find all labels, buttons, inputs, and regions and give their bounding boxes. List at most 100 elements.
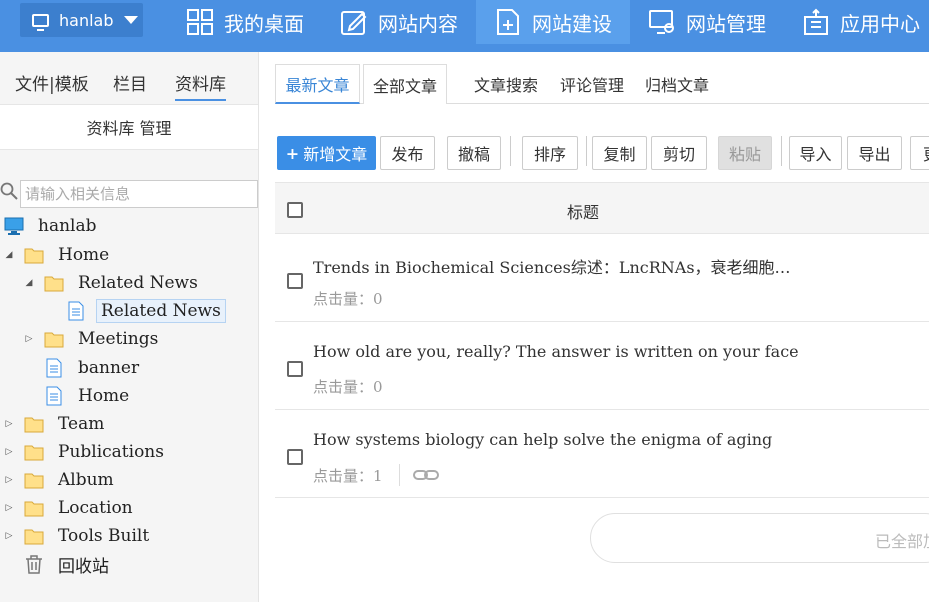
row-checkbox[interactable] xyxy=(287,449,303,465)
article-meta: 点击量：0 xyxy=(313,288,383,309)
tree-node-label: banner xyxy=(78,358,140,378)
tree-node-meetings[interactable]: ▷ Meetings xyxy=(24,326,162,352)
table-row[interactable]: How old are you, really? The answer is w… xyxy=(275,322,929,410)
load-more-text: 已全部加载 xyxy=(875,532,929,551)
paste-button[interactable]: 粘贴 xyxy=(718,136,772,170)
click-count: 点击量：0 xyxy=(313,378,383,396)
nav-label: 我的桌面 xyxy=(224,11,304,36)
tab-latest-articles[interactable]: 最新文章 xyxy=(275,64,360,104)
nav-label: 应用中心 xyxy=(840,11,920,36)
tree-node-home-page[interactable]: Home xyxy=(24,383,133,409)
copy-button[interactable]: 复制 xyxy=(592,136,647,170)
folder-icon xyxy=(24,473,44,489)
article-tabs: 最新文章 全部文章 文章搜索 评论管理 归档文章 xyxy=(275,64,929,104)
tree-node-label: Publications xyxy=(58,442,164,462)
table-row[interactable]: Trends in Biochemical Sciences综述：LncRNAs… xyxy=(275,234,929,322)
cut-button[interactable]: 剪切 xyxy=(651,136,707,170)
document-icon xyxy=(46,358,62,378)
link-icon[interactable] xyxy=(412,467,440,483)
tree-node-album[interactable]: ▷ Album xyxy=(4,467,118,493)
site-switcher[interactable]: hanlab xyxy=(20,3,143,37)
tree-node-label: Related News xyxy=(96,299,226,323)
monitor-settings-icon xyxy=(648,8,676,36)
tree-node-label: Home xyxy=(78,386,130,406)
nav-label: 网站管理 xyxy=(686,11,766,36)
collapsed-arrow-icon[interactable]: ▷ xyxy=(4,419,14,429)
publish-button[interactable]: 发布 xyxy=(380,136,435,170)
table-row[interactable]: How systems biology can help solve the e… xyxy=(275,410,929,498)
article-meta: 点击量：1 xyxy=(313,464,440,486)
select-all-checkbox[interactable] xyxy=(287,202,303,218)
toolbar-divider xyxy=(781,136,782,166)
sidebar: 文件|模板 栏目 资料库 资料库 管理 hanlab ◢ Home ◢ Rela… xyxy=(0,52,259,602)
tree-node-label: Home xyxy=(58,245,110,265)
meta-divider xyxy=(398,464,400,486)
withdraw-button[interactable]: 撤稿 xyxy=(447,136,501,170)
tab-archived-articles[interactable]: 归档文章 xyxy=(641,64,713,104)
collapsed-arrow-icon[interactable]: ▷ xyxy=(4,475,14,485)
search-icon xyxy=(0,182,18,200)
tree-node-publications[interactable]: ▷ Publications xyxy=(4,439,168,465)
build-icon xyxy=(494,8,522,36)
new-article-button[interactable]: + 新增文章 xyxy=(277,136,376,170)
tree-node-tools-built[interactable]: ▷ Tools Built xyxy=(4,523,153,549)
nav-label: 网站内容 xyxy=(378,11,458,36)
collapsed-arrow-icon[interactable]: ▷ xyxy=(4,503,14,513)
row-checkbox[interactable] xyxy=(287,361,303,377)
folder-icon xyxy=(24,501,44,517)
tree-node-banner[interactable]: banner xyxy=(24,355,143,381)
more-button[interactable]: 更 xyxy=(910,136,929,170)
table-header: 标题 xyxy=(275,182,929,234)
toolbar-divider xyxy=(510,136,511,166)
tree-search-input[interactable] xyxy=(20,180,258,208)
tree-node-home[interactable]: ◢ Home xyxy=(4,242,113,268)
dashboard-icon xyxy=(186,8,214,36)
tree-node-team[interactable]: ▷ Team xyxy=(4,411,108,437)
tree-node-location[interactable]: ▷ Location xyxy=(4,495,137,521)
site-switcher-label: hanlab xyxy=(59,10,114,30)
article-title[interactable]: How old are you, really? The answer is w… xyxy=(313,342,799,361)
expanded-arrow-icon[interactable]: ◢ xyxy=(4,250,14,260)
tree-node-label: hanlab xyxy=(38,216,97,236)
nav-site-manage[interactable]: 网站管理 xyxy=(648,0,766,44)
row-checkbox[interactable] xyxy=(287,273,303,289)
export-button[interactable]: 导出 xyxy=(847,136,902,170)
article-title[interactable]: How systems biology can help solve the e… xyxy=(313,430,772,449)
column-header-title: 标题 xyxy=(567,203,600,222)
sort-button[interactable]: 排序 xyxy=(522,136,578,170)
computer-icon xyxy=(4,217,24,235)
folder-icon xyxy=(44,332,64,348)
collapsed-arrow-icon[interactable]: ▷ xyxy=(24,334,34,344)
nav-my-desktop[interactable]: 我的桌面 xyxy=(186,0,304,44)
expanded-arrow-icon[interactable]: ◢ xyxy=(24,278,34,288)
tree-node-related-news-folder[interactable]: ◢ Related News xyxy=(24,270,202,296)
nav-site-content[interactable]: 网站内容 xyxy=(340,0,458,44)
caret-down-icon xyxy=(123,16,138,24)
collapsed-arrow-icon[interactable]: ▷ xyxy=(4,447,14,457)
click-count: 点击量：1 xyxy=(313,466,383,485)
sidebar-tabs: 文件|模板 栏目 资料库 xyxy=(0,52,258,104)
tab-article-search[interactable]: 文章搜索 xyxy=(470,64,542,104)
sidebar-tab-library[interactable]: 资料库 xyxy=(175,70,226,101)
nav-app-center[interactable]: 应用中心 xyxy=(802,0,920,44)
article-title[interactable]: Trends in Biochemical Sciences综述：LncRNAs… xyxy=(313,254,791,278)
plus-icon: + xyxy=(285,143,300,163)
folder-icon xyxy=(24,529,44,545)
tab-comment-manage[interactable]: 评论管理 xyxy=(556,64,628,104)
tree-node-label: Team xyxy=(58,414,105,434)
edit-icon xyxy=(340,8,368,36)
new-article-label: 新增文章 xyxy=(303,145,368,164)
monitor-icon xyxy=(32,13,49,31)
sidebar-tab-files-templates[interactable]: 文件|模板 xyxy=(15,70,89,95)
library-manage-title[interactable]: 资料库 管理 xyxy=(0,104,258,150)
tab-all-articles[interactable]: 全部文章 xyxy=(363,64,447,104)
tree-node-site-root[interactable]: hanlab xyxy=(4,213,101,239)
tree-node-recycle-bin[interactable]: 回收站 xyxy=(4,551,113,577)
collapsed-arrow-icon[interactable]: ▷ xyxy=(4,531,14,541)
tree-node-related-news-page[interactable]: Related News xyxy=(46,298,226,324)
sidebar-tab-columns[interactable]: 栏目 xyxy=(113,70,147,95)
nav-site-build[interactable]: 网站建设 xyxy=(476,0,630,44)
import-button[interactable]: 导入 xyxy=(789,136,842,170)
folder-icon xyxy=(24,417,44,433)
tree-search xyxy=(0,180,258,208)
